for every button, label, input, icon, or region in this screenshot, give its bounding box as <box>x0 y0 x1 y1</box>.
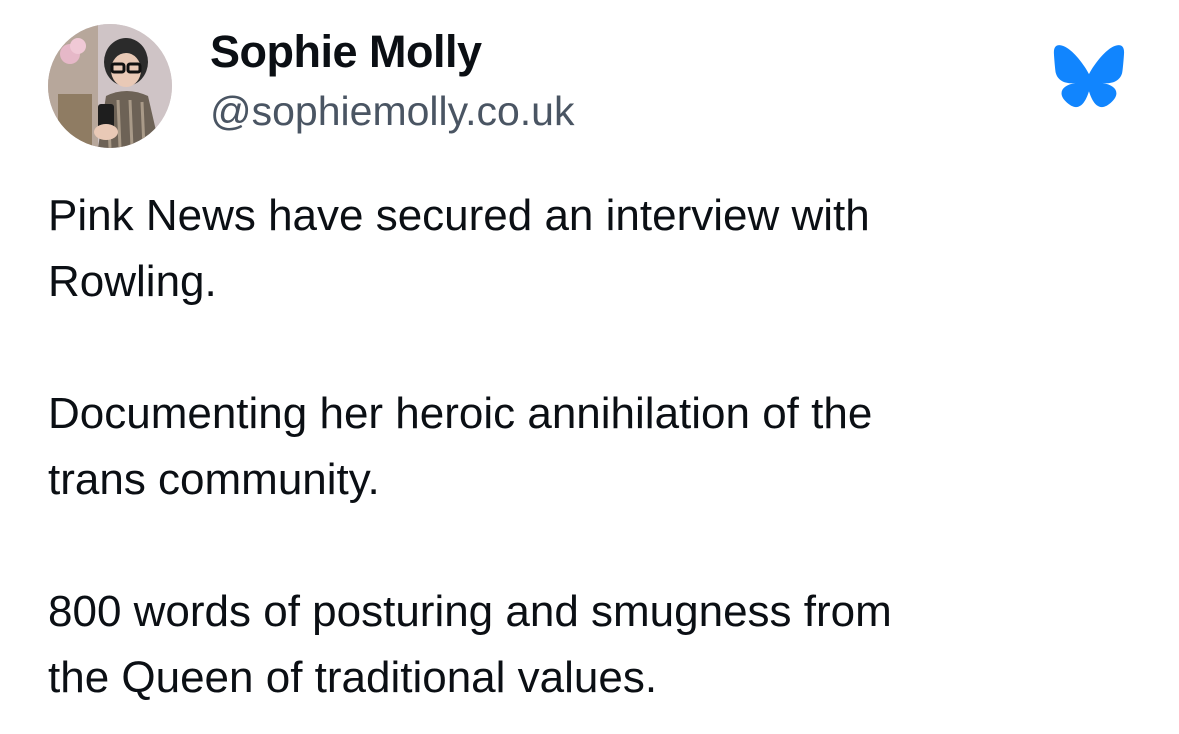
bluesky-butterfly-icon <box>1052 44 1126 108</box>
post-text: Pink News have secured an interview with… <box>48 183 1148 711</box>
avatar-photo <box>48 24 172 148</box>
author-display-name[interactable]: Sophie Molly <box>210 26 482 78</box>
post-paragraph: Documenting her heroic annihilation of t… <box>48 389 873 504</box>
author-handle[interactable]: @sophiemolly.co.uk <box>210 88 574 135</box>
post-paragraph: 800 words of posturing and smugness from… <box>48 587 892 702</box>
avatar[interactable] <box>48 24 172 148</box>
post-card: Sophie Molly @sophiemolly.co.uk Pink New… <box>0 0 1179 734</box>
post-paragraph: Pink News have secured an interview with… <box>48 191 870 306</box>
